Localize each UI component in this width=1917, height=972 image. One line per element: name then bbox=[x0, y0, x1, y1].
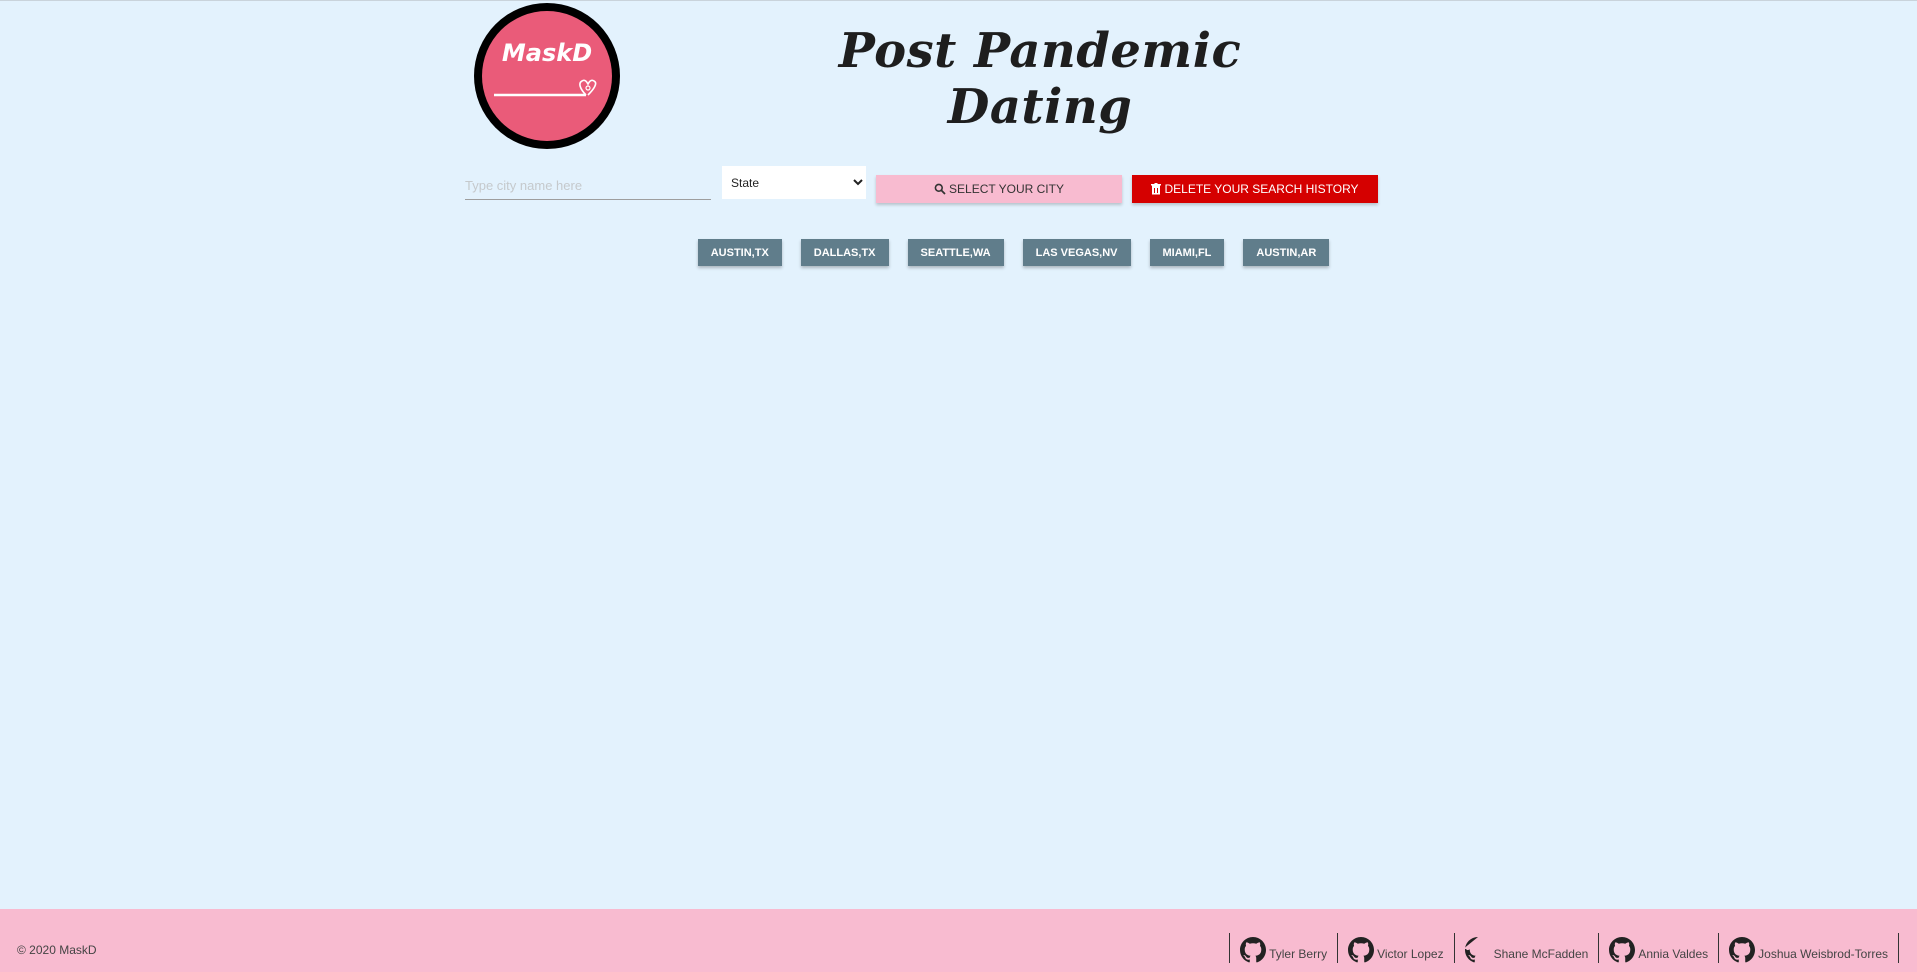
search-icon bbox=[934, 183, 946, 195]
team-links: Tyler Berry Victor Lopez Shane McFadden … bbox=[1229, 933, 1899, 963]
member-name: Shane McFadden bbox=[1493, 947, 1589, 961]
github-icon bbox=[1609, 937, 1636, 963]
delete-history-label: DELETE YOUR SEARCH HISTORY bbox=[1164, 182, 1359, 196]
history-city-button[interactable]: DALLAS,TX bbox=[800, 239, 889, 266]
member-name: Joshua Weisbrod-Torres bbox=[1758, 947, 1888, 961]
history-city-button[interactable]: LAS VEGAS,NV bbox=[1022, 239, 1131, 266]
logo-badge: MaskD bbox=[482, 11, 612, 141]
logo: MaskD bbox=[474, 3, 620, 149]
city-search-input[interactable] bbox=[465, 171, 711, 200]
history-city-button[interactable]: AUSTIN,AR bbox=[1243, 239, 1330, 266]
member-name: Tyler Berry bbox=[1269, 947, 1328, 961]
github-icon bbox=[1240, 937, 1267, 963]
state-select[interactable]: State bbox=[722, 166, 866, 199]
footer: © 2020 MaskD Tyler Berry Victor Lopez Sh… bbox=[0, 909, 1917, 972]
github-icon bbox=[1729, 937, 1756, 963]
select-city-button[interactable]: SELECT YOUR CITY bbox=[876, 175, 1122, 203]
member-link[interactable]: Victor Lopez bbox=[1337, 933, 1454, 963]
member-link[interactable]: Joshua Weisbrod-Torres bbox=[1718, 933, 1899, 963]
github-icon bbox=[1348, 937, 1375, 963]
heart-line-icon bbox=[494, 79, 597, 97]
select-city-label: SELECT YOUR CITY bbox=[949, 182, 1064, 196]
history-city-button[interactable]: SEATTLE,WA bbox=[907, 239, 1004, 266]
delete-history-button[interactable]: DELETE YOUR SEARCH HISTORY bbox=[1132, 175, 1378, 203]
trash-icon bbox=[1151, 183, 1162, 195]
github-icon bbox=[1464, 937, 1491, 963]
member-link[interactable]: Annia Valdes bbox=[1598, 933, 1718, 963]
history-city-button[interactable]: MIAMI,FL bbox=[1149, 239, 1225, 266]
search-history-list: AUSTIN,TX DALLAS,TX SEATTLE,WA LAS VEGAS… bbox=[0, 239, 1917, 266]
copyright: © 2020 MaskD bbox=[17, 943, 97, 957]
page-title: Post Pandemic Dating bbox=[838, 23, 1242, 135]
member-name: Annia Valdes bbox=[1638, 947, 1709, 961]
member-link[interactable]: Shane McFadden bbox=[1453, 933, 1599, 963]
member-name: Victor Lopez bbox=[1377, 947, 1444, 961]
history-city-button[interactable]: AUSTIN,TX bbox=[697, 239, 782, 266]
member-link[interactable]: Tyler Berry bbox=[1229, 933, 1337, 963]
logo-text: MaskD bbox=[501, 39, 593, 67]
